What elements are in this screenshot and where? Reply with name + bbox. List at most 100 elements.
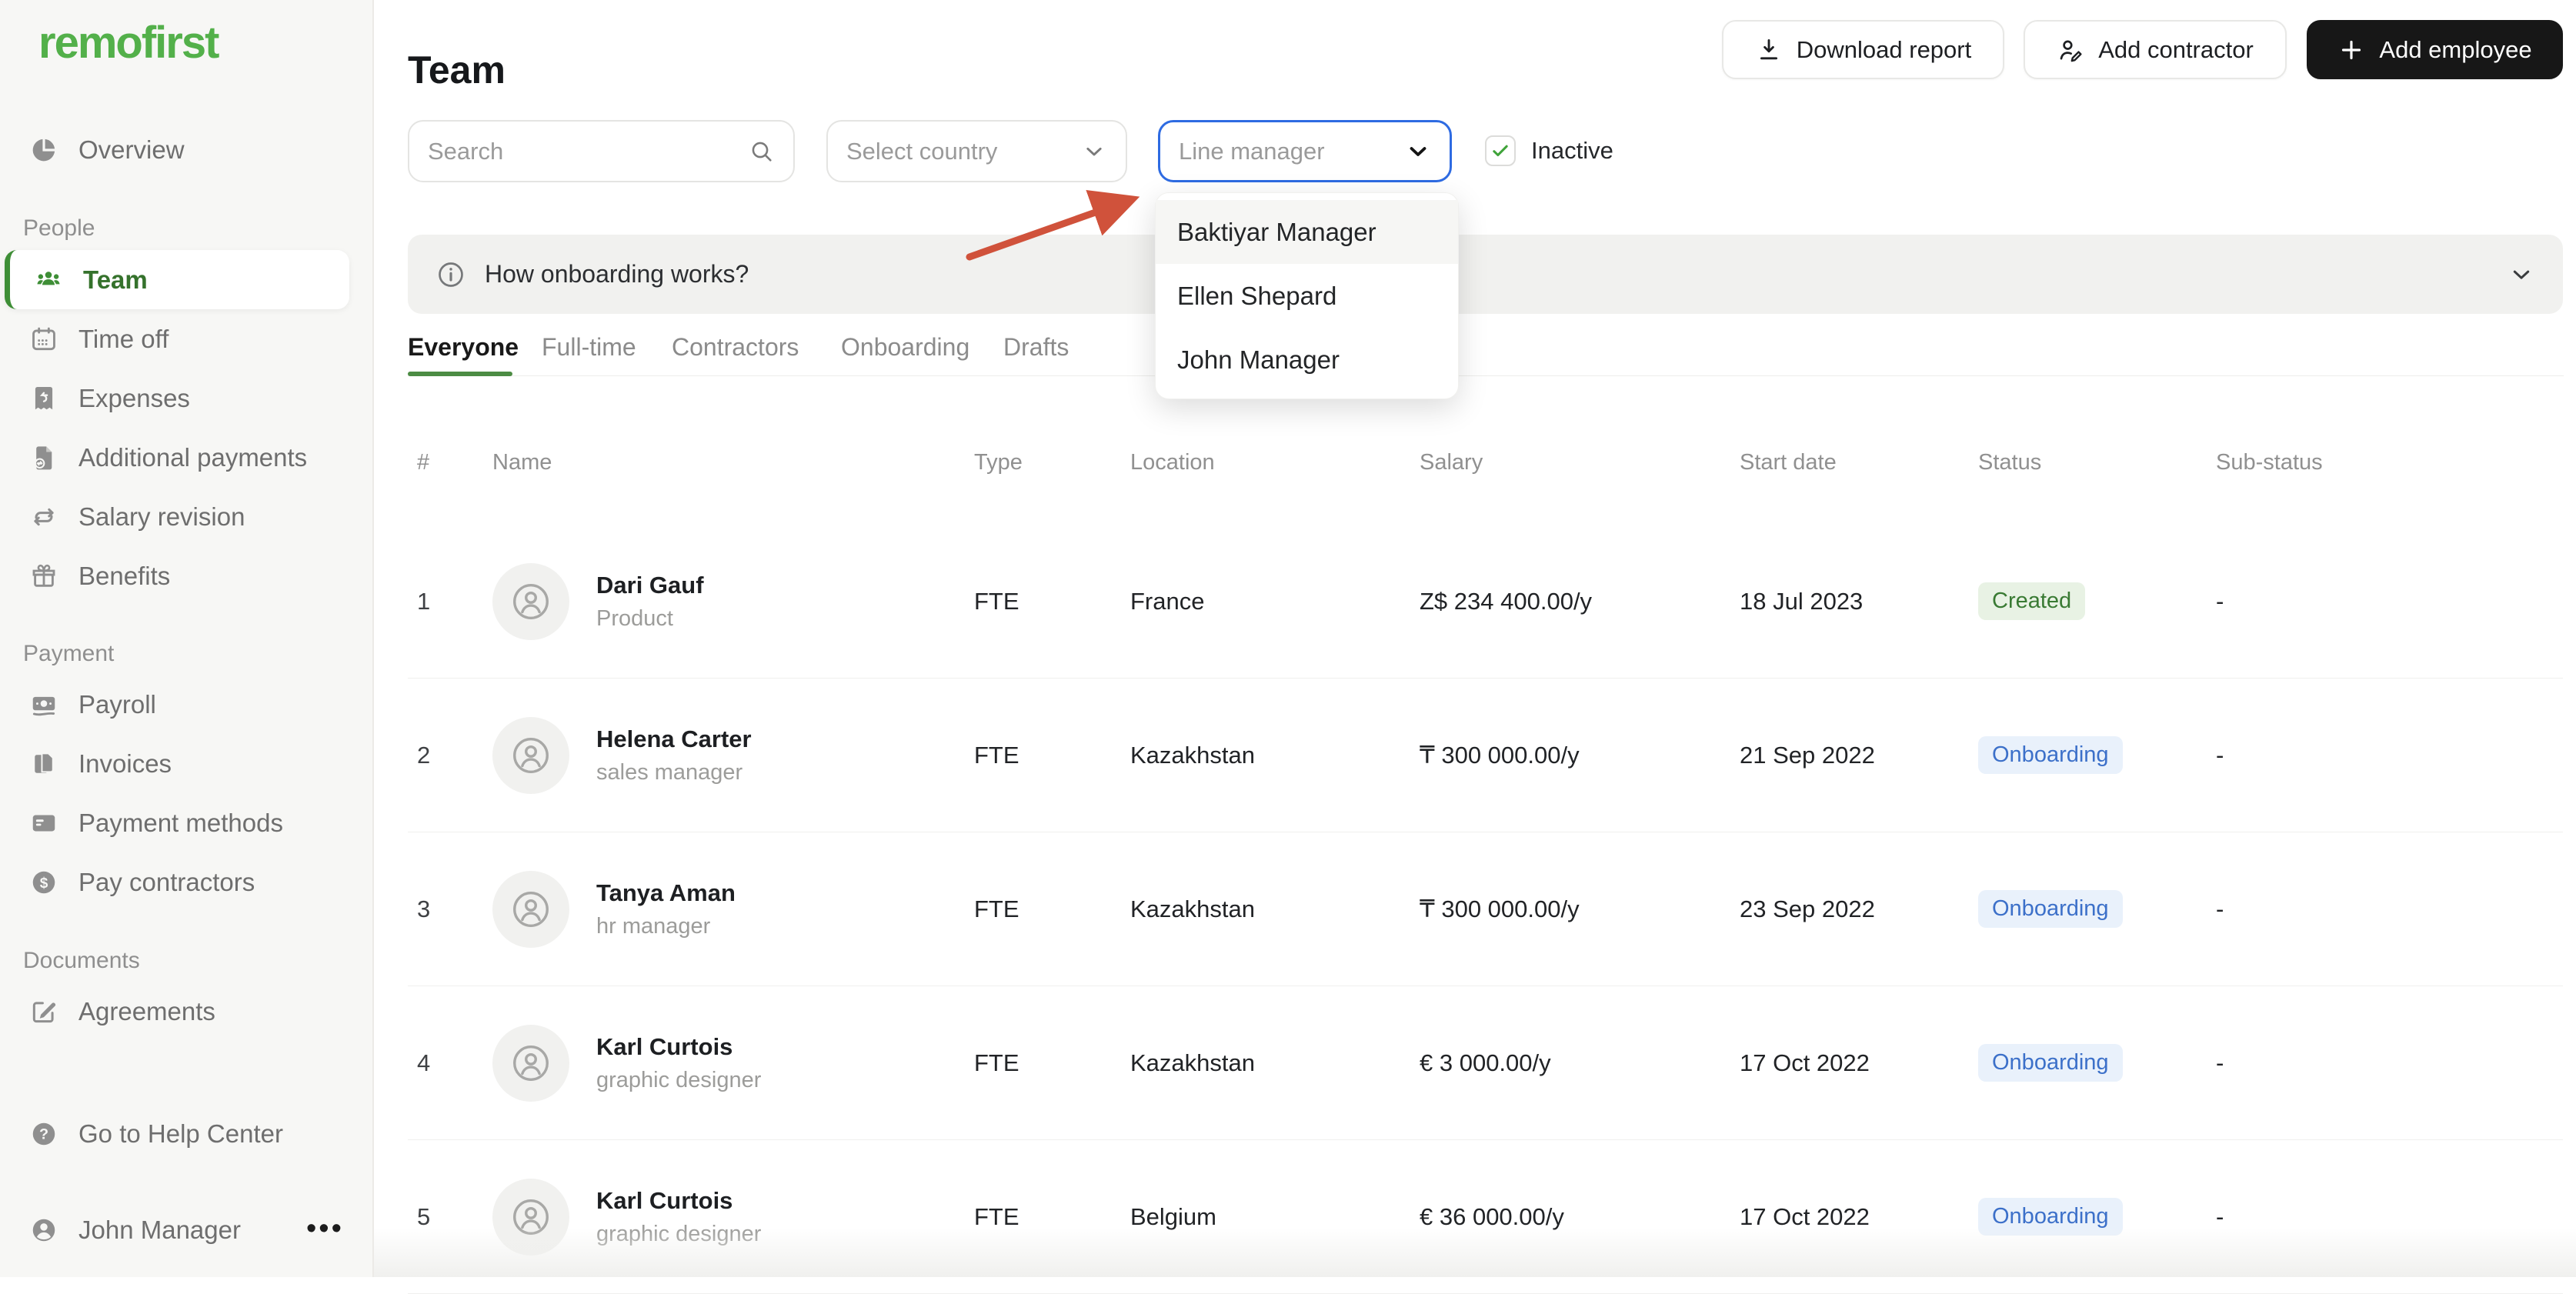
- column-header-salary: Salary: [1420, 450, 1483, 475]
- row-number: 4: [417, 1049, 431, 1076]
- info-icon: [435, 259, 466, 290]
- salary-cell: Z$ 234 400.00/y: [1420, 587, 1593, 615]
- type-cell: FTE: [974, 1202, 1019, 1230]
- download-report-label: Download report: [1796, 35, 1972, 63]
- avatar: [492, 716, 569, 794]
- line-manager-dropdown: Baktiyar Manager Ellen Shepard John Manage…: [1155, 192, 1459, 399]
- add-employee-button[interactable]: Add employee: [2307, 20, 2563, 79]
- sidebar-item-label: Salary revision: [78, 502, 245, 531]
- status-cell: Onboarding: [1969, 1044, 2207, 1082]
- tab-full-time[interactable]: Full-time: [542, 333, 636, 362]
- sidebar-item-additional-payments[interactable]: Additional payments: [0, 428, 372, 487]
- sidebar-item-salary-revision[interactable]: Salary revision: [0, 487, 372, 546]
- sidebar-item-agreements[interactable]: Agreements: [0, 982, 372, 1041]
- start-date-cell: 17 Oct 2022: [1740, 1049, 1870, 1076]
- banknote-icon: [29, 690, 58, 719]
- sub-status-cell: -: [2216, 1049, 2224, 1076]
- document-payment-icon: [29, 443, 58, 472]
- sidebar-item-benefits[interactable]: Benefits: [0, 546, 372, 605]
- employee-role: sales manager: [596, 759, 743, 785]
- sidebar-item-label: Payment methods: [78, 808, 283, 837]
- start-date-cell: 17 Oct 2022: [1740, 1202, 1870, 1230]
- svg-text:$: $: [40, 875, 48, 891]
- tab-bar: Everyone Full-time Contractors Onboarding Dr…: [374, 329, 2576, 376]
- employee-cell: Karl Curtois graphic designer: [483, 1178, 965, 1256]
- team-icon: [34, 265, 63, 295]
- download-report-button[interactable]: Download report: [1722, 20, 2004, 79]
- sidebar-item-label: Time off: [78, 324, 169, 353]
- add-contractor-label: Add contractor: [2098, 35, 2254, 63]
- tab-contractors[interactable]: Contractors: [672, 333, 799, 362]
- tab-onboarding[interactable]: Onboarding: [841, 333, 969, 362]
- sidebar-item-payment-methods[interactable]: Payment methods: [0, 793, 372, 852]
- sidebar-item-time-off[interactable]: Time off: [0, 309, 372, 369]
- chevron-down-icon[interactable]: [2508, 261, 2535, 288]
- type-cell: FTE: [974, 587, 1019, 615]
- page-title: Team: [408, 48, 506, 92]
- status-cell: Onboarding: [1969, 736, 2207, 774]
- sidebar-item-help-center[interactable]: ? Go to Help Center: [0, 1104, 372, 1163]
- table-row[interactable]: 4 Karl Curtois graphic designer FTE Kazakhst…: [408, 986, 2563, 1140]
- inactive-checkbox[interactable]: [1485, 135, 1516, 166]
- location-cell: Kazakhstan: [1130, 895, 1255, 922]
- add-contractor-button[interactable]: Add contractor: [2024, 20, 2287, 79]
- check-icon: [1493, 145, 1508, 157]
- sidebar-section-label: Payment: [23, 641, 115, 666]
- table-row[interactable]: 5 Karl Curtois graphic designer FTE Belgium €…: [408, 1140, 2563, 1294]
- sidebar-item-label: Expenses: [78, 383, 190, 412]
- employee-name: Dari Gauf: [596, 571, 704, 599]
- sub-status-cell: -: [2216, 895, 2224, 922]
- tab-drafts[interactable]: Drafts: [1003, 333, 1069, 362]
- sidebar: remofirst Overview People Team Time off Expe…: [0, 0, 374, 1277]
- start-date-cell: 23 Sep 2022: [1740, 895, 1875, 922]
- salary-cell: € 36 000.00/y: [1420, 1202, 1564, 1230]
- dropdown-option-ellen-shepard[interactable]: Ellen Shepard: [1156, 264, 1458, 328]
- avatar: [492, 562, 569, 640]
- chevron-down-icon: [1081, 138, 1107, 165]
- country-select[interactable]: Select country: [826, 120, 1127, 182]
- location-cell: Kazakhstan: [1130, 741, 1255, 769]
- sidebar-item-payroll[interactable]: Payroll: [0, 675, 372, 734]
- app-window: remofirst Overview People Team Time off Expe…: [0, 0, 2576, 1294]
- column-header-type: Type: [974, 450, 1023, 475]
- main-content: Team Download report Add contractor Add …: [374, 0, 2576, 1294]
- user-menu-ellipsis-icon[interactable]: •••: [306, 1212, 344, 1246]
- table-row[interactable]: 2 Helena Carter sales manager FTE Kazakhstan…: [408, 679, 2563, 832]
- tab-bar-divider: [408, 375, 2564, 376]
- sidebar-item-invoices[interactable]: Invoices: [0, 734, 372, 793]
- sidebar-item-pay-contractors[interactable]: $ Pay contractors: [0, 852, 372, 912]
- sidebar-item-expenses[interactable]: Expenses: [0, 369, 372, 428]
- sidebar-item-label: Overview: [78, 135, 185, 164]
- location-cell: France: [1130, 587, 1205, 615]
- table-row[interactable]: 3 Tanya Aman hr manager FTE Kazakhstan ₸ 300 …: [408, 832, 2563, 986]
- status-badge: Onboarding: [1978, 1044, 2123, 1082]
- chevron-down-icon: [1405, 138, 1431, 165]
- location-cell: Belgium: [1130, 1202, 1216, 1230]
- sidebar-nav: Overview People Team Time off Expenses Additi…: [0, 120, 372, 1041]
- tab-everyone[interactable]: Everyone: [408, 333, 519, 362]
- employee-role: Product: [596, 605, 673, 631]
- dollar-circle-icon: $: [29, 868, 58, 897]
- plus-icon: [2337, 36, 2365, 64]
- row-number: 2: [417, 741, 431, 769]
- start-date-cell: 18 Jul 2023: [1740, 587, 1864, 615]
- banner-text: How onboarding works?: [485, 260, 749, 288]
- sidebar-item-overview[interactable]: Overview: [0, 120, 372, 179]
- type-cell: FTE: [974, 1049, 1019, 1076]
- invoices-icon: [29, 749, 58, 779]
- dropdown-option-john-manager[interactable]: John Manager: [1156, 328, 1458, 392]
- line-manager-select[interactable]: Line manager: [1158, 120, 1452, 182]
- table-row[interactable]: 1 Dari Gauf Product FTE France Z$ 234 400.00/…: [408, 525, 2563, 679]
- dropdown-option-baktiyar-manager[interactable]: Baktiyar Manager: [1156, 200, 1458, 264]
- status-cell: Created: [1969, 582, 2207, 620]
- employee-name: Karl Curtois: [596, 1032, 733, 1060]
- onboarding-banner[interactable]: How onboarding works?: [408, 235, 2563, 314]
- svg-text:?: ?: [39, 1126, 48, 1142]
- status-cell: Onboarding: [1969, 890, 2207, 928]
- column-header-sub-status: Sub-status: [2216, 450, 2323, 475]
- type-cell: FTE: [974, 741, 1019, 769]
- status-badge: Onboarding: [1978, 1198, 2123, 1236]
- sidebar-item-label: Benefits: [78, 561, 171, 590]
- sidebar-item-team[interactable]: Team: [5, 250, 349, 309]
- search-input[interactable]: Search: [408, 120, 795, 182]
